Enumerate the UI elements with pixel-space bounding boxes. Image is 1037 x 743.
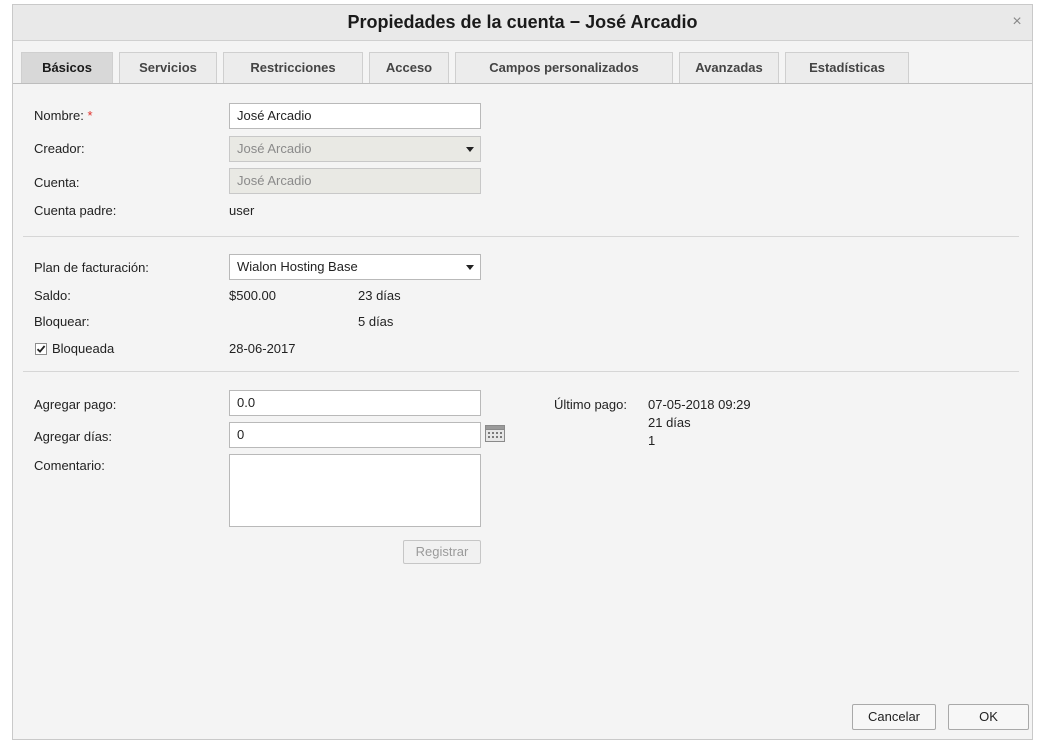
tab-basicos[interactable]: Básicos [21,52,113,83]
add-payment-label: Agregar pago: [34,397,117,412]
billing-plan-select[interactable]: Wialon Hosting Base [229,254,481,280]
block-label: Bloquear: [34,314,90,329]
chevron-down-icon [466,265,474,270]
tab-estadisticas[interactable]: Estadísticas [785,52,909,83]
balance-days: 23 días [358,288,401,303]
comment-textarea[interactable] [229,454,481,527]
close-icon[interactable]: × [1008,13,1026,31]
name-input[interactable]: José Arcadio [229,103,481,129]
billing-plan-label: Plan de facturación: [34,260,149,275]
account-properties-dialog: Propiedades de la cuenta − José Arcadio … [12,4,1033,740]
dialog-title: Propiedades de la cuenta − José Arcadio [347,12,698,32]
name-label-text: Nombre: [34,108,84,123]
creator-value: José Arcadio [237,141,312,156]
parent-account-label: Cuenta padre: [34,203,117,218]
dialog-titlebar: Propiedades de la cuenta − José Arcadio … [13,5,1032,41]
billing-plan-value: Wialon Hosting Base [237,259,358,274]
ok-button[interactable]: OK [948,704,1029,730]
last-payment-label: Último pago: [554,397,627,412]
chevron-down-icon [466,147,474,152]
add-days-input[interactable]: 0 [229,422,481,448]
tab-campos-personalizados[interactable]: Campos personalizados [455,52,673,83]
comment-label: Comentario: [34,458,105,473]
tab-acceso[interactable]: Acceso [369,52,449,83]
register-button[interactable]: Registrar [403,540,481,564]
account-field: José Arcadio [229,168,481,194]
required-mark: * [87,108,93,123]
account-label: Cuenta: [34,175,80,190]
last-payment-days: 21 días [648,415,691,430]
balance-label: Saldo: [34,288,71,303]
blocked-checkbox[interactable] [35,343,47,355]
tab-restricciones[interactable]: Restricciones [223,52,363,83]
tab-servicios[interactable]: Servicios [119,52,217,83]
section-divider [23,371,1019,372]
blocked-date: 28-06-2017 [229,341,296,356]
creator-label: Creador: [34,141,85,156]
section-divider [23,236,1019,237]
name-label: Nombre: * [34,108,93,123]
tab-avanzadas[interactable]: Avanzadas [679,52,779,83]
tab-divider [13,83,1032,84]
cancel-button[interactable]: Cancelar [852,704,936,730]
add-payment-input[interactable]: 0.0 [229,390,481,416]
last-payment-count: 1 [648,433,656,448]
blocked-label: Bloqueada [52,341,115,356]
balance-value: $500.00 [229,288,276,303]
calendar-icon[interactable] [485,424,505,442]
creator-select[interactable]: José Arcadio [229,136,481,162]
add-days-label: Agregar días: [34,429,113,444]
parent-account-value: user [229,203,255,218]
check-icon [36,345,46,353]
last-payment-date: 07-05-2018 09:29 [648,397,751,412]
block-days: 5 días [358,314,394,329]
